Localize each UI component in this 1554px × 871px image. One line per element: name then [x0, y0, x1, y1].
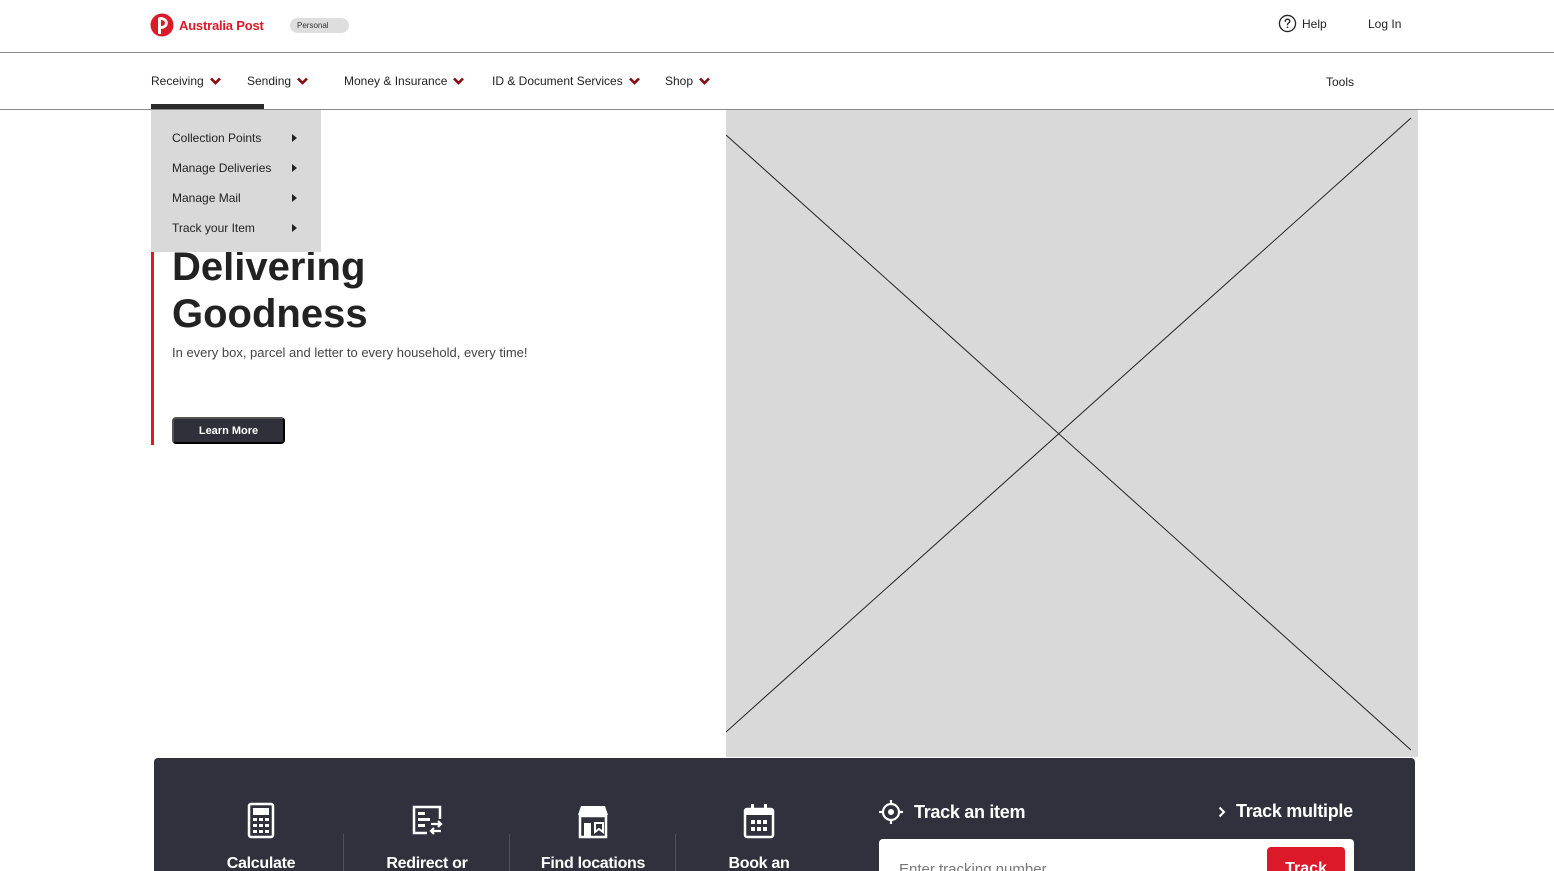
quick-action-label: Find locations [540, 855, 646, 871]
chevron-down-icon [453, 77, 465, 85]
menu-item-manage-mail[interactable]: Manage Mail [151, 183, 321, 213]
caret-right-icon [292, 134, 297, 142]
track-item-title: Track an item [914, 801, 1026, 822]
menu-item-label: Collection Points [172, 131, 262, 145]
nav-item-money-insurance[interactable]: Money & Insurance [344, 74, 465, 88]
learn-more-button[interactable]: Learn More [172, 417, 285, 444]
chevron-right-icon [1218, 806, 1226, 817]
quick-action-label: Book an [728, 855, 790, 871]
menu-item-label: Track your Item [172, 221, 255, 235]
caret-right-icon [292, 224, 297, 232]
post-office-icon [578, 806, 608, 839]
hero-title-line2: Goodness [172, 292, 368, 336]
nav-item-receiving[interactable]: Receiving [151, 74, 221, 88]
top-bar: Australia Post Personal Help Log In [0, 0, 1554, 53]
track-multiple-label: Track multiple [1236, 801, 1353, 821]
menu-item-manage-deliveries[interactable]: Manage Deliveries [151, 153, 321, 183]
redirect-icon [412, 805, 443, 835]
nav-item-label: Sending [247, 74, 292, 88]
quick-action-book[interactable]: Book an [676, 802, 842, 871]
chevron-down-icon [297, 77, 308, 85]
nav-item-shop[interactable]: Shop [665, 74, 710, 88]
quick-action-find-locations[interactable]: Find locations [510, 802, 676, 871]
calculator-icon [247, 802, 275, 839]
help-label: Help [1302, 16, 1327, 31]
nav-item-sending[interactable]: Sending [247, 74, 308, 88]
quick-action-calculate[interactable]: Calculate [178, 802, 344, 871]
chevron-down-icon [209, 77, 221, 85]
hero-section [0, 110, 726, 758]
tools-link[interactable]: Tools [1326, 75, 1354, 89]
chevron-down-icon [699, 77, 710, 85]
persona-toggle[interactable]: Personal [290, 18, 349, 33]
brand-name: Australia Post [179, 17, 264, 33]
track-multiple-link[interactable]: Track multiple [1218, 801, 1353, 822]
quick-action-label: Calculate [226, 855, 296, 871]
hero-accent-bar [151, 252, 154, 445]
receiving-dropdown-menu: Collection Points Manage Deliveries Mana… [151, 110, 321, 252]
nav-item-label: ID & Document Services [492, 74, 623, 88]
tracking-number-input[interactable] [899, 861, 1259, 871]
tracking-input-container: Track [879, 839, 1354, 871]
help-icon [1278, 14, 1297, 33]
brand-logo[interactable]: Australia Post [150, 13, 264, 37]
menu-item-collection-points[interactable]: Collection Points [151, 123, 321, 153]
hero-image-placeholder [726, 110, 1418, 757]
caret-right-icon [292, 164, 297, 172]
australia-post-logo-icon [150, 13, 174, 37]
nav-active-indicator [151, 104, 264, 109]
nav-item-id-document-services[interactable]: ID & Document Services [492, 74, 640, 88]
track-item-heading: Track an item [878, 799, 1025, 825]
track-button[interactable]: Track [1267, 847, 1345, 871]
chevron-down-icon [628, 77, 640, 85]
menu-item-label: Manage Deliveries [172, 161, 272, 175]
quick-actions-panel: Calculate Redirect or Find locations Boo… [154, 758, 1415, 871]
menu-item-track-your-item[interactable]: Track your Item [151, 213, 321, 243]
target-icon [879, 800, 903, 824]
nav-item-label: Shop [665, 74, 694, 88]
nav-item-label: Money & Insurance [344, 74, 448, 88]
hero-title: Delivering Goodness [172, 244, 572, 338]
quick-action-redirect[interactable]: Redirect or [344, 802, 510, 871]
quick-action-label: Redirect or [386, 855, 468, 871]
hero-subtitle: In every box, parcel and letter to every… [172, 345, 528, 360]
menu-item-label: Manage Mail [172, 191, 241, 205]
login-link[interactable]: Log In [1368, 17, 1401, 31]
main-nav: Receiving Sending Money & Insurance ID &… [0, 54, 1554, 110]
help-link[interactable]: Help [1278, 14, 1327, 33]
nav-item-label: Receiving [151, 74, 204, 88]
caret-right-icon [292, 194, 297, 202]
calendar-icon [743, 804, 775, 839]
image-placeholder-cross [726, 117, 1412, 751]
